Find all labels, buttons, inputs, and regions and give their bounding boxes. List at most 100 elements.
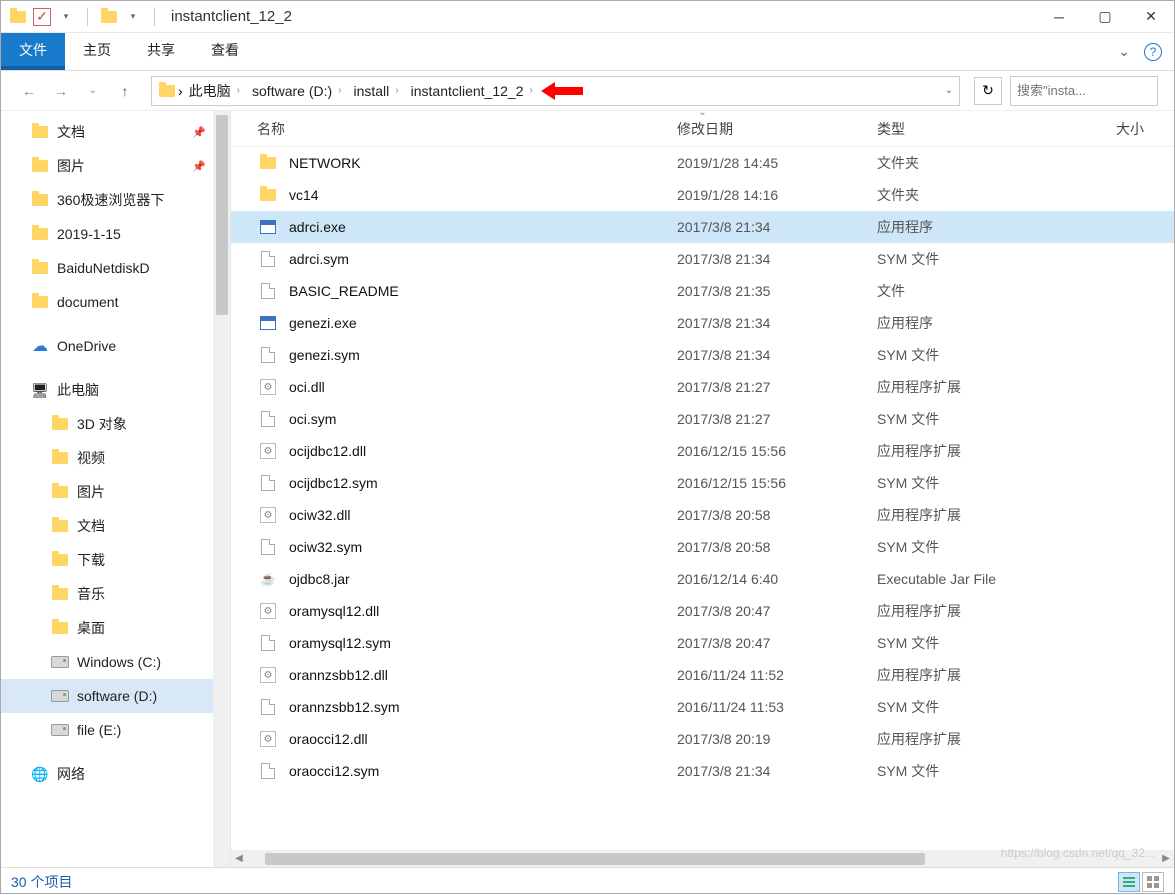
- file-row[interactable]: ocijdbc12.dll2016/12/15 15:56应用程序扩展: [231, 435, 1174, 467]
- search-input[interactable]: [1017, 83, 1175, 98]
- file-type: SYM 文件: [877, 345, 1077, 365]
- address-bar[interactable]: › 此电脑› software (D:)› install› instantcl…: [151, 76, 960, 106]
- chevron-down-icon[interactable]: ▾: [57, 8, 75, 26]
- column-name[interactable]: 名称: [257, 119, 677, 139]
- file-type: 应用程序扩展: [877, 665, 1077, 685]
- file-row[interactable]: oci.sym2017/3/8 21:27SYM 文件: [231, 403, 1174, 435]
- file-date: 2017/3/8 21:34: [677, 347, 877, 363]
- tree-item-label: 下载: [77, 550, 105, 570]
- tree-item[interactable]: BaiduNetdiskD: [1, 251, 230, 285]
- tree-item-label: Windows (C:): [77, 654, 161, 670]
- address-dropdown-icon[interactable]: ⌄: [945, 85, 953, 96]
- file-name: NETWORK: [289, 155, 677, 171]
- file-row[interactable]: genezi.sym2017/3/8 21:34SYM 文件: [231, 339, 1174, 371]
- help-icon[interactable]: ?: [1144, 43, 1162, 61]
- tree-item[interactable]: file (E:): [1, 713, 230, 747]
- close-button[interactable]: ✕: [1128, 1, 1174, 33]
- file-row[interactable]: ociw32.sym2017/3/8 20:58SYM 文件: [231, 531, 1174, 563]
- file-row[interactable]: ocijdbc12.sym2016/12/15 15:56SYM 文件: [231, 467, 1174, 499]
- file-list[interactable]: ⌄ 名称 修改日期 类型 大小 NETWORK2019/1/28 14:45文件…: [231, 111, 1174, 867]
- forward-button[interactable]: →: [49, 79, 73, 103]
- file-row[interactable]: oraocci12.dll2017/3/8 20:19应用程序扩展: [231, 723, 1174, 755]
- tab-share[interactable]: 共享: [129, 33, 193, 70]
- column-date[interactable]: 修改日期: [677, 119, 877, 139]
- chevron-right-icon[interactable]: ›: [178, 83, 183, 99]
- breadcrumb[interactable]: install›: [349, 81, 404, 101]
- file-row[interactable]: oraocci12.sym2017/3/8 21:34SYM 文件: [231, 755, 1174, 787]
- scrollbar-thumb[interactable]: [265, 853, 925, 865]
- file-row[interactable]: ociw32.dll2017/3/8 20:58应用程序扩展: [231, 499, 1174, 531]
- tab-view[interactable]: 查看: [193, 33, 257, 70]
- breadcrumb[interactable]: software (D:)›: [248, 81, 347, 101]
- tab-file[interactable]: 文件: [1, 33, 65, 70]
- drive-icon: [51, 721, 69, 739]
- search-box[interactable]: 🔍: [1010, 76, 1158, 106]
- file-row[interactable]: oramysql12.dll2017/3/8 20:47应用程序扩展: [231, 595, 1174, 627]
- item-count: 30 个项目: [11, 872, 72, 892]
- file-row[interactable]: adrci.sym2017/3/8 21:34SYM 文件: [231, 243, 1174, 275]
- icons-view-button[interactable]: [1142, 872, 1164, 892]
- tree-item[interactable]: 音乐: [1, 577, 230, 611]
- navigation-bar: ← → ⌄ ↑ › 此电脑› software (D:)› install› i…: [1, 71, 1174, 111]
- folder-icon: [51, 619, 69, 637]
- file-type: 文件夹: [877, 185, 1077, 205]
- file-type: SYM 文件: [877, 473, 1077, 493]
- file-row[interactable]: NETWORK2019/1/28 14:45文件夹: [231, 147, 1174, 179]
- vertical-scrollbar[interactable]: [213, 111, 230, 867]
- refresh-button[interactable]: ↻: [974, 77, 1002, 105]
- file-date: 2017/3/8 20:58: [677, 507, 877, 523]
- tree-item[interactable]: 文档📌: [1, 115, 230, 149]
- file-date: 2017/3/8 21:34: [677, 315, 877, 331]
- minimize-button[interactable]: ─: [1036, 1, 1082, 33]
- navigation-tree[interactable]: 文档📌图片📌360极速浏览器下2019-1-15BaiduNetdiskDdoc…: [1, 111, 231, 867]
- tree-item[interactable]: Windows (C:): [1, 645, 230, 679]
- back-button[interactable]: ←: [17, 79, 41, 103]
- tree-item[interactable]: 图片: [1, 475, 230, 509]
- tree-item[interactable]: 2019-1-15: [1, 217, 230, 251]
- pin-icon: 📌: [192, 160, 206, 173]
- details-view-button[interactable]: [1118, 872, 1140, 892]
- file-row[interactable]: orannzsbb12.dll2016/11/24 11:52应用程序扩展: [231, 659, 1174, 691]
- tree-item[interactable]: 网络: [1, 757, 230, 791]
- file-row[interactable]: BASIC_README2017/3/8 21:35文件: [231, 275, 1174, 307]
- tree-item[interactable]: document: [1, 285, 230, 319]
- file-row[interactable]: oci.dll2017/3/8 21:27应用程序扩展: [231, 371, 1174, 403]
- tree-item[interactable]: 文档: [1, 509, 230, 543]
- file-type: 文件夹: [877, 153, 1077, 173]
- column-type[interactable]: 类型: [877, 119, 1077, 139]
- exe-icon: [257, 216, 279, 238]
- checkbox-icon[interactable]: ✓: [33, 8, 51, 26]
- history-dropdown[interactable]: ⌄: [81, 79, 105, 103]
- tree-item[interactable]: 此电脑: [1, 373, 230, 407]
- file-name: BASIC_README: [289, 283, 677, 299]
- tree-item[interactable]: 3D 对象: [1, 407, 230, 441]
- tree-item[interactable]: software (D:): [1, 679, 230, 713]
- column-size[interactable]: 大小: [1077, 119, 1174, 139]
- chevron-down-icon[interactable]: ▾: [124, 8, 142, 26]
- file-row[interactable]: ojdbc8.jar2016/12/14 6:40Executable Jar …: [231, 563, 1174, 595]
- file-row[interactable]: vc142019/1/28 14:16文件夹: [231, 179, 1174, 211]
- expand-ribbon-icon[interactable]: ⌄: [1118, 43, 1130, 60]
- file-icon: [257, 248, 279, 270]
- file-row[interactable]: genezi.exe2017/3/8 21:34应用程序: [231, 307, 1174, 339]
- tab-home[interactable]: 主页: [65, 33, 129, 70]
- breadcrumb[interactable]: instantclient_12_2›: [407, 81, 539, 101]
- tree-item-label: 此电脑: [57, 380, 99, 400]
- tree-item-label: BaiduNetdiskD: [57, 260, 150, 276]
- file-row[interactable]: orannzsbb12.sym2016/11/24 11:53SYM 文件: [231, 691, 1174, 723]
- scrollbar-thumb[interactable]: [216, 115, 228, 315]
- up-button[interactable]: ↑: [113, 79, 137, 103]
- maximize-button[interactable]: ▢: [1082, 1, 1128, 33]
- file-row[interactable]: adrci.exe2017/3/8 21:34应用程序: [231, 211, 1174, 243]
- breadcrumb[interactable]: 此电脑›: [185, 79, 246, 103]
- tree-item[interactable]: 360极速浏览器下: [1, 183, 230, 217]
- file-date: 2017/3/8 21:35: [677, 283, 877, 299]
- tree-item[interactable]: 图片📌: [1, 149, 230, 183]
- tree-item[interactable]: 视频: [1, 441, 230, 475]
- net-icon: [31, 765, 49, 783]
- tree-item[interactable]: 下载: [1, 543, 230, 577]
- file-row[interactable]: oramysql12.sym2017/3/8 20:47SYM 文件: [231, 627, 1174, 659]
- tree-item[interactable]: 桌面: [1, 611, 230, 645]
- dll-icon: [257, 728, 279, 750]
- tree-item[interactable]: OneDrive: [1, 329, 230, 363]
